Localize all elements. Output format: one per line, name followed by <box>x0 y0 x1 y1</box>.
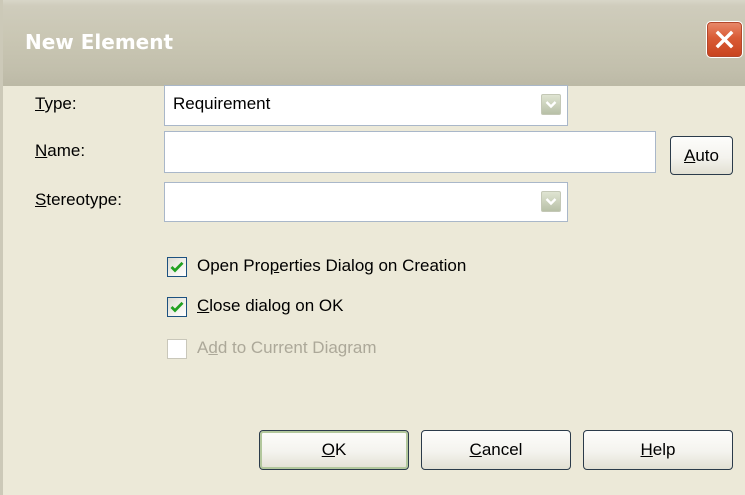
close-dialog-label: Close dialog on OK <box>197 296 344 315</box>
new-element-dialog: New Element Type: Requirement Name: Auto… <box>0 0 745 495</box>
stereotype-dropdown-button[interactable] <box>541 191 561 212</box>
name-label: Name: <box>35 141 86 160</box>
stereotype-label: Stereotype: <box>35 190 122 209</box>
add-to-diagram-option[interactable]: Add to Current Diagram <box>167 338 567 361</box>
add-to-diagram-checkbox[interactable] <box>167 339 187 359</box>
auto-button[interactable]: Auto <box>670 136 733 175</box>
checkmark-icon <box>170 261 184 273</box>
cancel-button[interactable]: Cancel <box>421 430 571 470</box>
close-dialog-option[interactable]: Close dialog on OK <box>167 296 567 319</box>
stereotype-select[interactable] <box>164 182 568 222</box>
window-title: New Element <box>25 30 174 54</box>
type-select[interactable]: Requirement <box>164 85 568 126</box>
add-to-diagram-label: Add to Current Diagram <box>197 338 377 357</box>
type-label: Type: <box>35 94 77 113</box>
title-bar[interactable]: New Element <box>3 0 745 86</box>
close-x-icon <box>715 30 734 49</box>
chevron-down-icon <box>545 101 557 109</box>
checkmark-icon <box>170 301 184 313</box>
type-dropdown-button[interactable] <box>541 94 561 115</box>
name-input[interactable] <box>164 131 656 173</box>
close-dialog-checkbox[interactable] <box>167 297 187 317</box>
open-properties-option[interactable]: Open Properties Dialog on Creation <box>167 256 567 279</box>
ok-button[interactable]: OK <box>259 430 409 470</box>
close-button[interactable] <box>706 21 743 58</box>
help-button[interactable]: Help <box>583 430 733 470</box>
chevron-down-icon <box>545 198 557 206</box>
open-properties-checkbox[interactable] <box>167 257 187 277</box>
type-select-value: Requirement <box>173 94 271 113</box>
open-properties-label: Open Properties Dialog on Creation <box>197 256 467 275</box>
